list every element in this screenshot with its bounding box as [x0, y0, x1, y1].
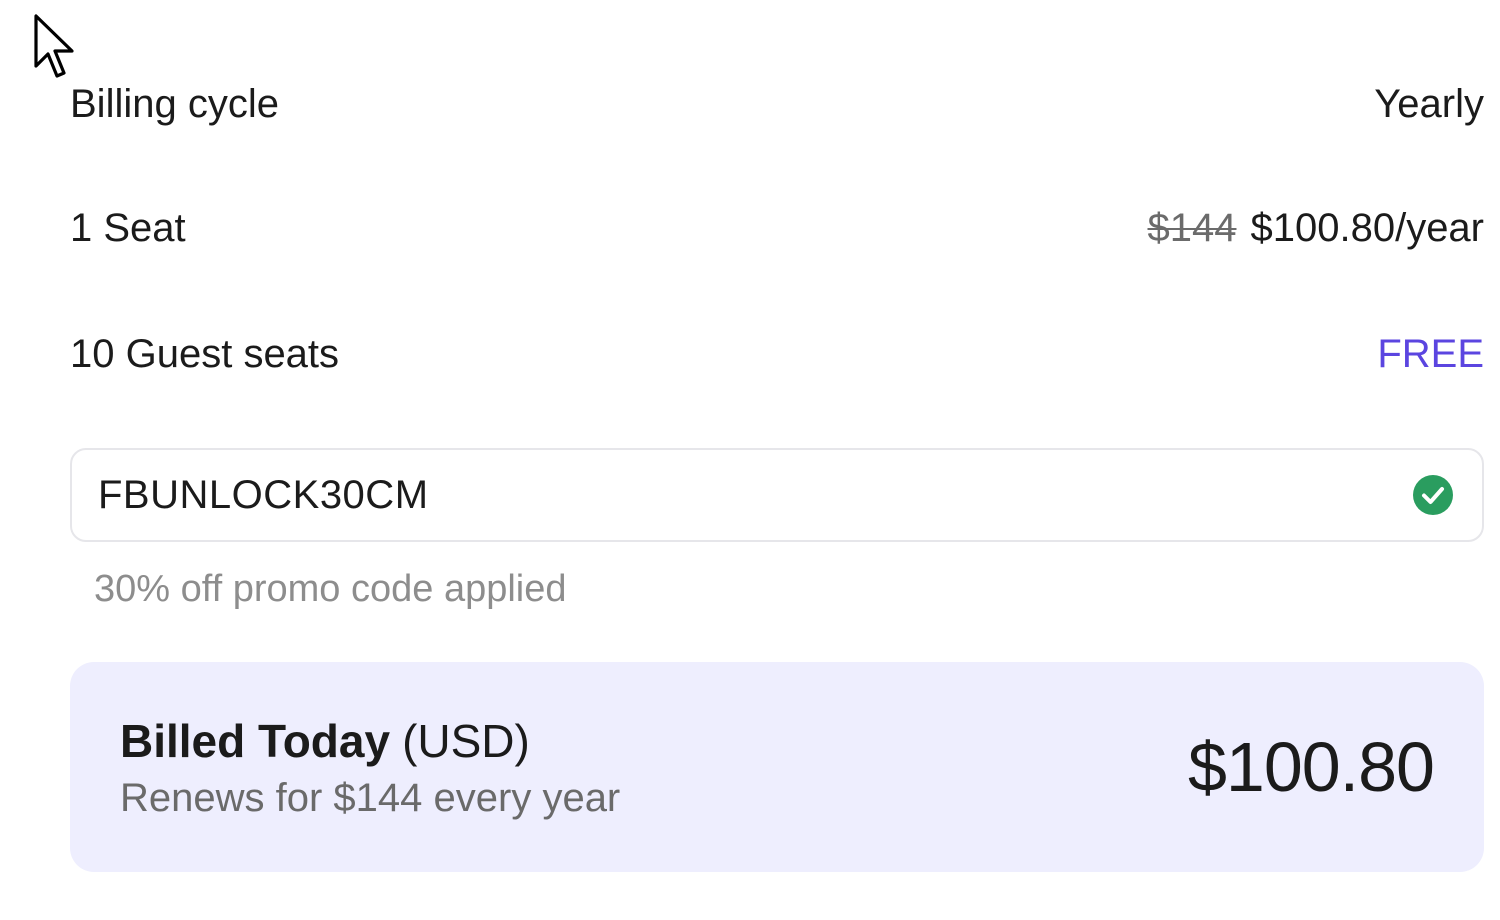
guest-seats-row: 10 Guest seats FREE — [70, 322, 1484, 386]
mouse-cursor-icon — [34, 14, 74, 78]
billed-today-details: Billed Today (USD) Renews for $144 every … — [120, 714, 620, 821]
seat-price: $144 $100.80/year — [1148, 206, 1485, 251]
billed-today-currency: (USD) — [402, 714, 530, 767]
billed-today-title: Billed Today — [120, 714, 391, 767]
seat-row: 1 Seat $144 $100.80/year — [70, 196, 1484, 260]
guest-seats-value: FREE — [1377, 331, 1484, 376]
check-circle-icon — [1413, 475, 1453, 515]
promo-code-input[interactable]: FBUNLOCK30CM — [70, 448, 1484, 542]
billing-cycle-value: Yearly — [1374, 81, 1484, 126]
renewal-note: Renews for $144 every year — [120, 775, 621, 820]
promo-applied-note: 30% off promo code applied — [94, 568, 567, 610]
guest-seats-label: 10 Guest seats — [70, 331, 340, 376]
billed-today-card: Billed Today (USD) Renews for $144 every … — [70, 662, 1484, 872]
seat-label: 1 Seat — [70, 205, 186, 250]
seat-discounted-price: $100.80/year — [1250, 205, 1484, 250]
billed-today-heading: Billed Today (USD) — [120, 714, 620, 768]
seat-original-price: $144 — [1147, 205, 1237, 250]
promo-code-value: FBUNLOCK30CM — [98, 472, 429, 517]
billing-cycle-label: Billing cycle — [70, 81, 279, 126]
order-summary: Billing cycle Yearly 1 Seat $144 $100.80… — [70, 72, 1484, 872]
billing-cycle-row: Billing cycle Yearly — [70, 72, 1484, 136]
billed-today-amount: $100.80 — [1187, 728, 1435, 806]
